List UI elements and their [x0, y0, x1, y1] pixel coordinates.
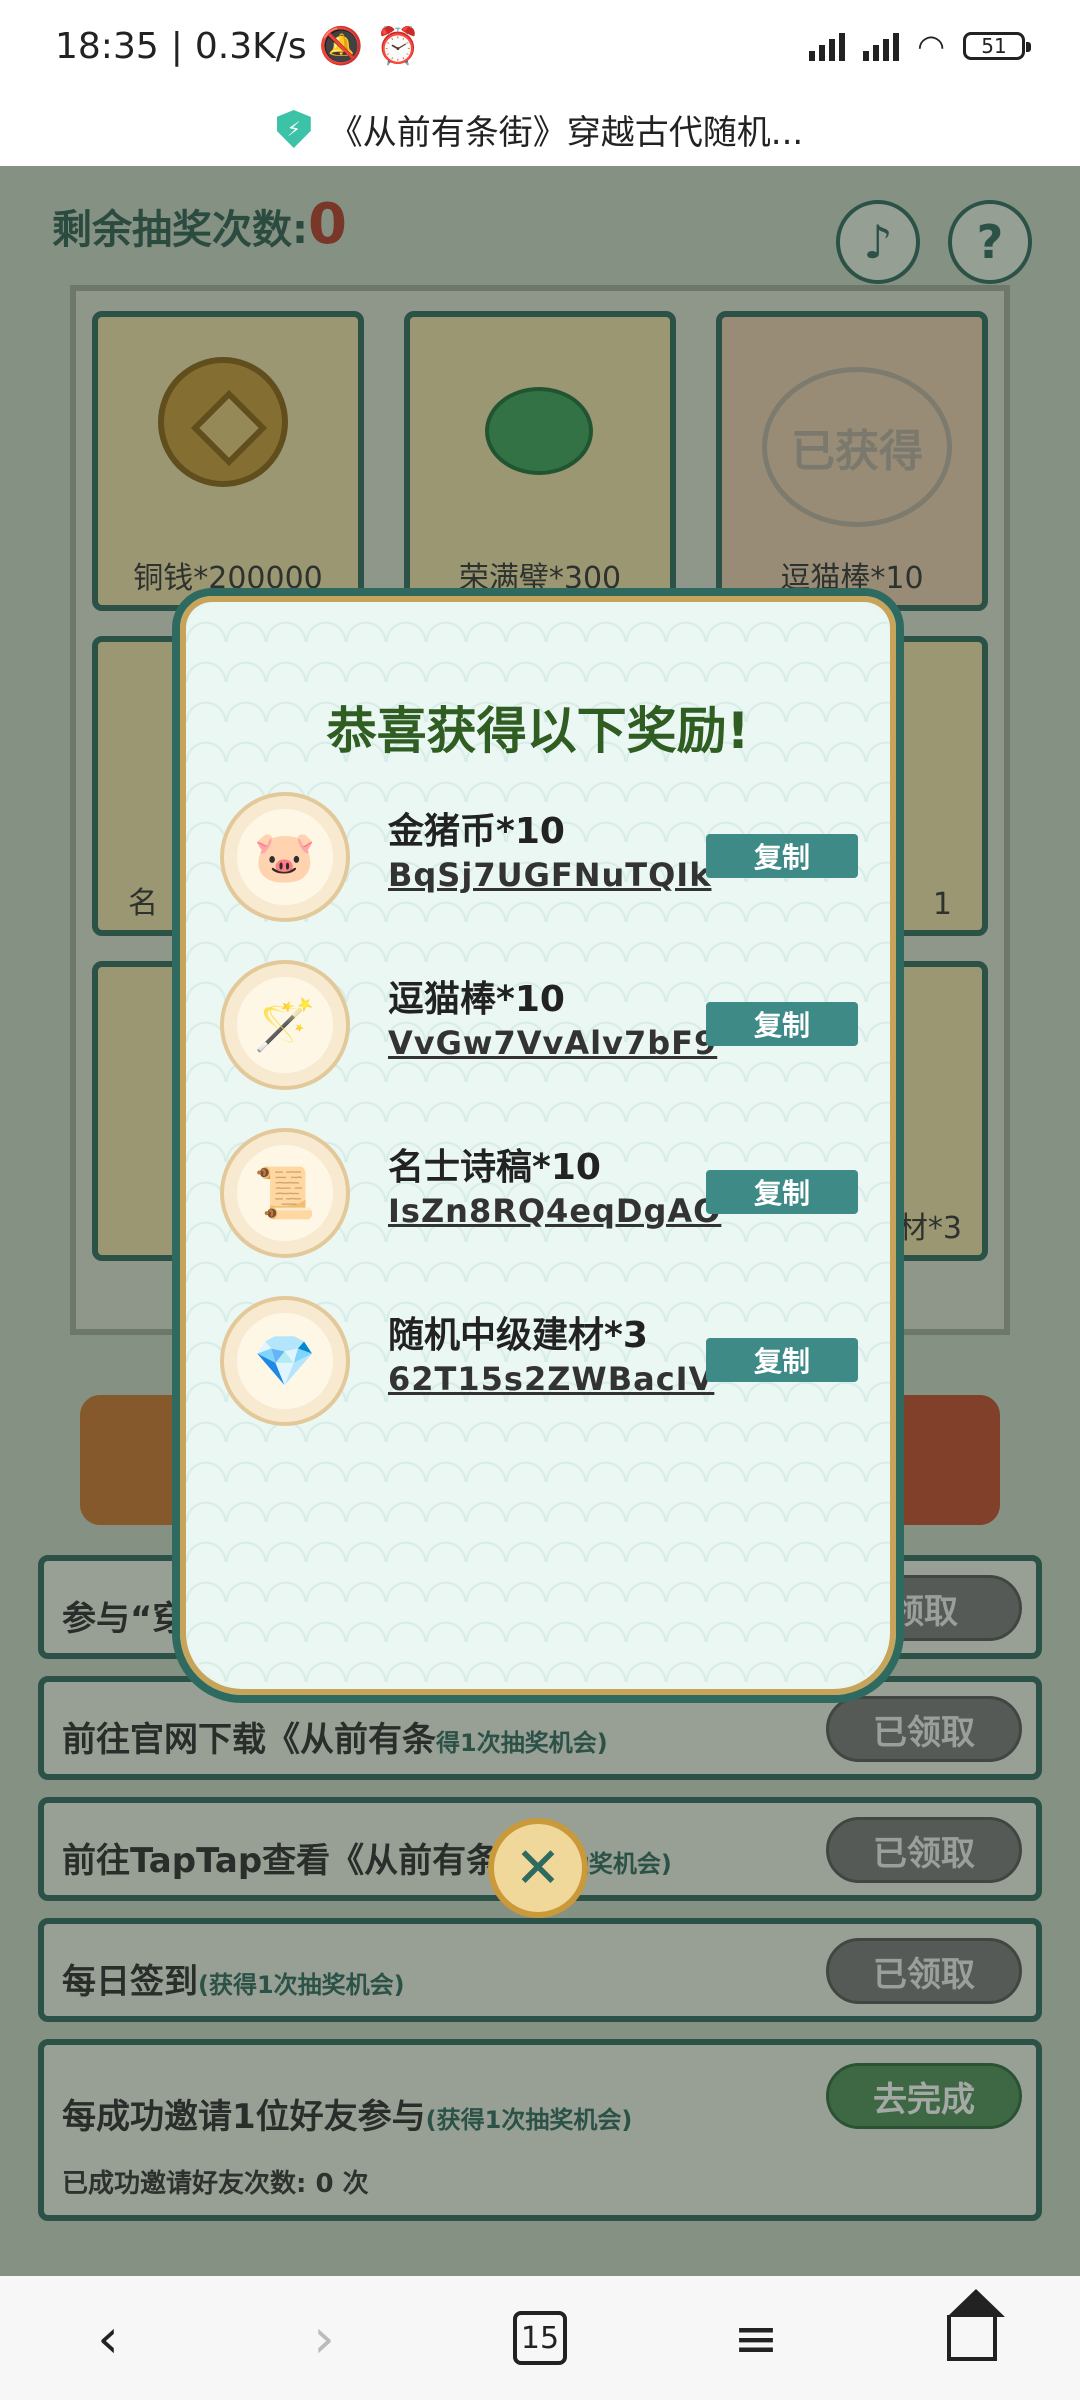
network-speed: 0.3K/s — [194, 25, 307, 67]
reward-name: 随机中级建材*3 — [388, 1315, 648, 1356]
reward-code[interactable]: VvGw7VvAlv7bF9 — [388, 1024, 717, 1062]
modal-title: 恭喜获得以下奖励! — [326, 702, 750, 760]
secure-shield-icon: ⚡ — [276, 110, 311, 148]
reward-icon-glyph: 💎 — [237, 1313, 333, 1409]
url-bar[interactable]: ⚡ 《从前有条街》穿越古代随机... — [0, 92, 1080, 166]
tab-count: 15 — [513, 2311, 567, 2365]
cat-teaser-icon: 🪄 — [220, 960, 350, 1090]
scroll-icon: 📜 — [220, 1128, 350, 1258]
alarm-icon: ⏰ — [375, 26, 421, 67]
battery-level: 51 — [981, 34, 1007, 58]
reward-code[interactable]: BqSj7UGFNuTQIk — [388, 856, 711, 894]
reward-item: 🪄 逗猫棒*10 VvGw7VvAlv7bF9 复制 — [220, 960, 880, 1110]
reward-name: 名士诗稿*10 — [388, 1147, 601, 1188]
home-icon[interactable] — [937, 2289, 1007, 2373]
battery-icon: 51 — [963, 32, 1031, 60]
close-icon[interactable]: ✕ — [488, 1818, 588, 1918]
mute-icon: 🔕 — [318, 26, 364, 67]
status-left: 18:35 | 0.3K/s 🔕 ⏰ — [55, 25, 421, 68]
browser-nav-bar: ‹ › 15 ≡ — [0, 2276, 1080, 2400]
page-title: 《从前有条街》穿越古代随机... — [328, 112, 804, 153]
home-shape — [947, 2289, 1005, 2361]
copy-button[interactable]: 复制 — [706, 1338, 858, 1382]
reward-item: 🐷 金猪币*10 BqSj7UGFNuTQIk 复制 — [220, 792, 880, 942]
copy-button[interactable]: 复制 — [706, 1002, 858, 1046]
reward-icon-glyph: 🪄 — [237, 977, 333, 1073]
clock: 18:35 — [55, 25, 159, 67]
menu-icon[interactable]: ≡ — [721, 2303, 791, 2373]
status-right: ◠ 51 — [809, 27, 1031, 65]
gold-pig-coin-icon: 🐷 — [220, 792, 350, 922]
reward-code[interactable]: 62T15s2ZWBacIV — [388, 1360, 714, 1398]
reward-item: 💎 随机中级建材*3 62T15s2ZWBacIV 复制 — [220, 1296, 880, 1446]
reward-icon-glyph: 🐷 — [237, 809, 333, 905]
forward-icon[interactable]: › — [289, 2303, 359, 2373]
reward-icon-glyph: 📜 — [237, 1145, 333, 1241]
reward-code[interactable]: IsZn8RQ4eqDgAO — [388, 1192, 721, 1230]
wifi-icon: ◠ — [917, 27, 945, 65]
copy-button[interactable]: 复制 — [706, 1170, 858, 1214]
tabs-button[interactable]: 15 — [505, 2303, 575, 2373]
gem-pot-icon: 💎 — [220, 1296, 350, 1426]
divider: | — [170, 25, 183, 67]
reward-name: 金猪币*10 — [388, 811, 565, 852]
back-icon[interactable]: ‹ — [73, 2303, 143, 2373]
copy-button[interactable]: 复制 — [706, 834, 858, 878]
status-bar: 18:35 | 0.3K/s 🔕 ⏰ ◠ 51 — [0, 0, 1080, 92]
reward-modal: 恭喜获得以下奖励! 🐷 金猪币*10 BqSj7UGFNuTQIk 复制 🪄 逗… — [172, 588, 904, 1703]
signal-icon — [863, 31, 900, 61]
reward-name: 逗猫棒*10 — [388, 979, 565, 1020]
signal-icon — [809, 31, 846, 61]
reward-item: 📜 名士诗稿*10 IsZn8RQ4eqDgAO 复制 — [220, 1128, 880, 1278]
